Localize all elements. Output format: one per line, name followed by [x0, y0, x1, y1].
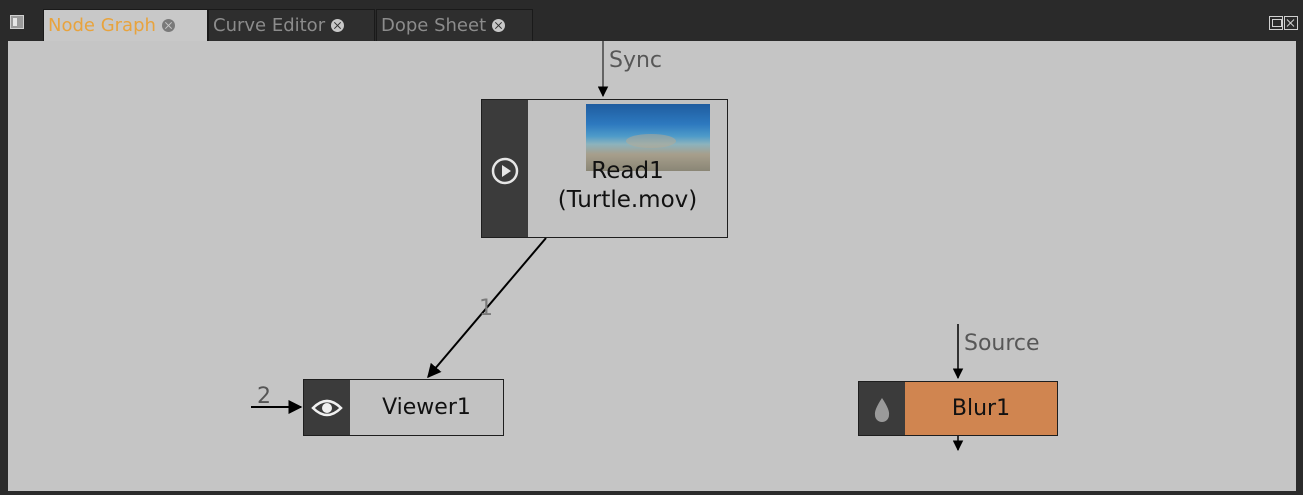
- tab-node-graph[interactable]: Node Graph: [43, 9, 208, 41]
- tab-curve-editor[interactable]: Curve Editor: [208, 9, 375, 41]
- close-pane-icon[interactable]: [1284, 16, 1298, 30]
- blur1-label: Blur1: [951, 396, 1011, 421]
- blur1-node[interactable]: Blur1: [858, 381, 1058, 436]
- eye-icon: [311, 399, 343, 417]
- sync-input-label: Sync: [609, 48, 663, 73]
- node-side-bar: [859, 382, 905, 435]
- close-tab-icon[interactable]: [161, 19, 175, 32]
- node-file: (Turtle.mov): [557, 186, 698, 213]
- tab-label: Node Graph: [48, 15, 156, 36]
- viewer1-label: Viewer1: [382, 395, 471, 420]
- close-tab-icon[interactable]: [331, 19, 345, 32]
- source-input-label: Source: [964, 331, 1040, 356]
- tab-bar: Node Graph Curve Editor Dope Sheet: [0, 0, 1303, 41]
- read1-label: Read1 (Turtle.mov): [528, 157, 727, 215]
- node-name: Read1: [591, 158, 664, 184]
- pane-menu-icon[interactable]: [10, 15, 24, 29]
- input-2-label: 2: [257, 384, 271, 409]
- node-side-bar: [482, 100, 528, 237]
- node-side-bar: [304, 380, 350, 435]
- viewer1-node[interactable]: Viewer1: [303, 379, 504, 436]
- tab-dope-sheet[interactable]: Dope Sheet: [376, 9, 533, 41]
- node-graph-canvas[interactable]: Sync Source 1 2 Read1 (Turtle.mov) Viewe…: [8, 41, 1296, 491]
- input-1-label: 1: [479, 296, 493, 321]
- drop-icon: [874, 398, 890, 422]
- tab-label: Curve Editor: [213, 15, 326, 36]
- play-icon: [491, 157, 519, 185]
- tab-label: Dope Sheet: [381, 15, 487, 36]
- maximize-pane-icon[interactable]: [1269, 16, 1283, 30]
- close-tab-icon[interactable]: [492, 19, 506, 32]
- read1-node[interactable]: Read1 (Turtle.mov): [481, 99, 728, 238]
